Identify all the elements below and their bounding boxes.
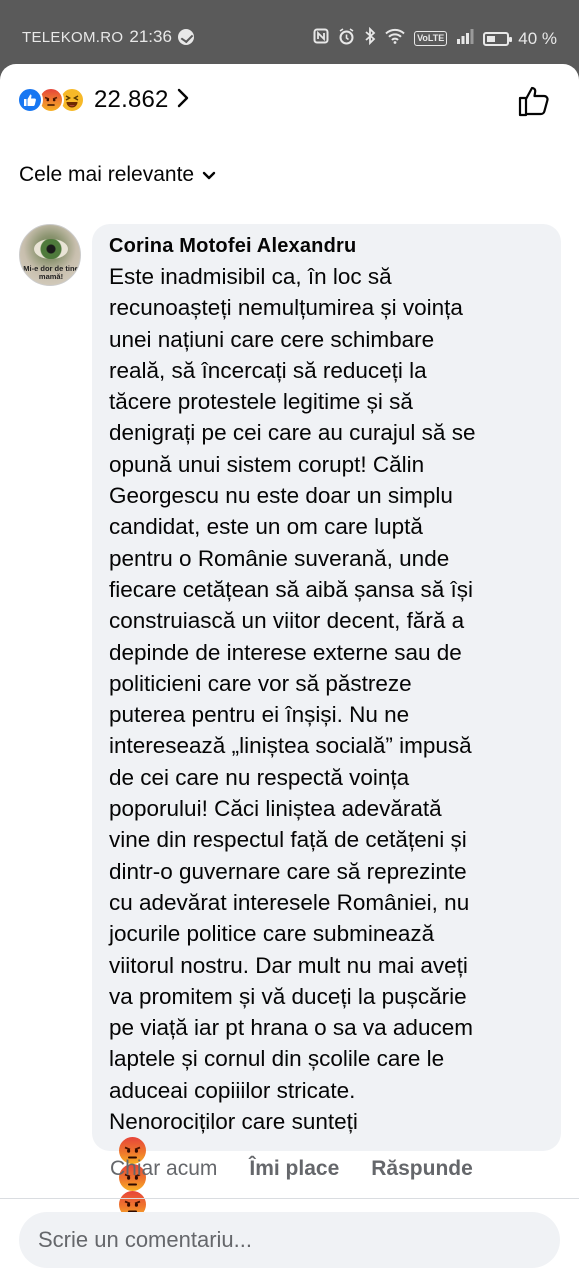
comment-text-line: fiecare cetățean să aibă șansa să își	[109, 576, 473, 602]
reply-button[interactable]: Răspunde	[371, 1157, 473, 1181]
comment-text-line: opună unui sistem corupt! Călin	[109, 451, 425, 477]
comment-text-line: cu adevărat interesele României, nu	[109, 889, 470, 915]
avatar[interactable]: Mi-e dor de tine mamă!	[19, 224, 81, 286]
comment-text-line: viitorul nostru. Dar mult nu mai aveți	[109, 952, 468, 978]
comment-text-line: va promitem și vă duceți la pușcărie	[109, 983, 467, 1009]
comment-text-line: tăcere protestele legitime și să	[109, 389, 413, 415]
comment-text-line: reală, să încercați să reduceți la	[109, 357, 427, 383]
status-bar-right: VoLTE 40 %	[313, 26, 557, 50]
messenger-icon	[177, 29, 194, 45]
comment-text-line: denigrați pe cei care au curajul să se	[109, 420, 476, 446]
comment-text-line: dintr-o guvernare care să reprezinte	[109, 858, 467, 884]
comment-text-line: pe viață iar pt hrana o sa va aducem	[109, 1015, 473, 1041]
comment-timestamp: Chiar acum	[110, 1157, 218, 1180]
battery-percent: 40 %	[518, 28, 557, 48]
volte-icon: VoLTE	[414, 31, 448, 46]
bluetooth-icon	[364, 26, 376, 50]
comment-text-line: poporului! Căci liniștea adevărată	[109, 796, 442, 822]
comment-text-line: laptele și cornul din școlile care le	[109, 1046, 445, 1072]
chevron-right-icon	[177, 88, 189, 113]
comment-last-line-text: Nenorociților care sunteți	[109, 1109, 358, 1135]
comment-text-line: construiască un viitor decent, fără a	[109, 608, 465, 634]
comment-text-line: politicieni care vor să păstreze	[109, 670, 412, 696]
comment-text-line: jocurile politice care subminează	[109, 921, 435, 947]
comment-text-line: puterea pentru ei înșiși. Nu ne	[109, 702, 410, 728]
comment-text: Este inadmisibil ca, în loc să recunoaște…	[109, 261, 554, 1246]
like-reaction-icon	[17, 87, 43, 113]
comment-text-line: aduceai copiiilor stricate.	[109, 1077, 356, 1103]
chevron-down-icon	[202, 163, 216, 187]
comment-text-line: candidat, este un om care luptă	[109, 514, 423, 540]
comment-text-line: depinde de interese externe sau de	[109, 639, 462, 665]
carrier-name: TELEKOM.RO	[22, 28, 124, 46]
comment-actions: Chiar acum Îmi place Răspunde	[110, 1157, 473, 1181]
clock-time: 21:36	[129, 27, 172, 46]
comment-bubble[interactable]: Corina Motofei Alexandru Este inadmisibi…	[92, 224, 561, 1246]
comment-text-line: interesează „liniștea socială” impusă	[109, 733, 472, 759]
like-comment-button[interactable]: Îmi place	[249, 1157, 339, 1181]
avatar-eye-image	[34, 239, 68, 259]
comment-text-line: vine din respectul față de cetățeni și	[109, 827, 467, 853]
like-button-icon[interactable]	[517, 84, 551, 123]
comment-text-line: recunoașteți nemulțumirea și voința	[109, 295, 463, 321]
comments-sheet: 22.862 Cele mai relevante Mi-e dor de ti…	[0, 64, 579, 1280]
divider	[0, 1198, 579, 1199]
comment-input-placeholder: Scrie un comentariu...	[38, 1227, 252, 1252]
alarm-icon	[338, 27, 355, 50]
comment-text-line: Este inadmisibil ca, în loc să	[109, 264, 392, 289]
comment-text-line: Georgescu nu este doar un simplu	[109, 483, 453, 509]
comment-input[interactable]: Scrie un comentariu...	[19, 1212, 560, 1268]
comment-author[interactable]: Corina Motofei Alexandru	[109, 234, 545, 258]
status-bar-left: TELEKOM.RO 21:36	[22, 27, 194, 47]
comment-text-line: unei națiuni care cere schimbare	[109, 326, 435, 352]
reactions-summary[interactable]: 22.862	[17, 85, 189, 115]
nfc-icon	[313, 28, 329, 49]
avatar-caption: Mi-e dor de tine mamă!	[23, 264, 79, 281]
battery-icon	[483, 31, 513, 46]
comment-text-line: pentru o Românie suverană, unde	[109, 545, 450, 571]
reactions-count: 22.862	[94, 86, 169, 113]
sort-dropdown[interactable]: Cele mai relevante	[19, 163, 216, 187]
comment-text-line: de cei care nu respectă voința	[109, 764, 410, 790]
wifi-icon	[385, 28, 405, 49]
signal-icon	[456, 28, 474, 49]
status-bar: TELEKOM.RO 21:36 VoLTE 40 %	[0, 0, 579, 66]
sort-label: Cele mai relevante	[19, 163, 195, 186]
